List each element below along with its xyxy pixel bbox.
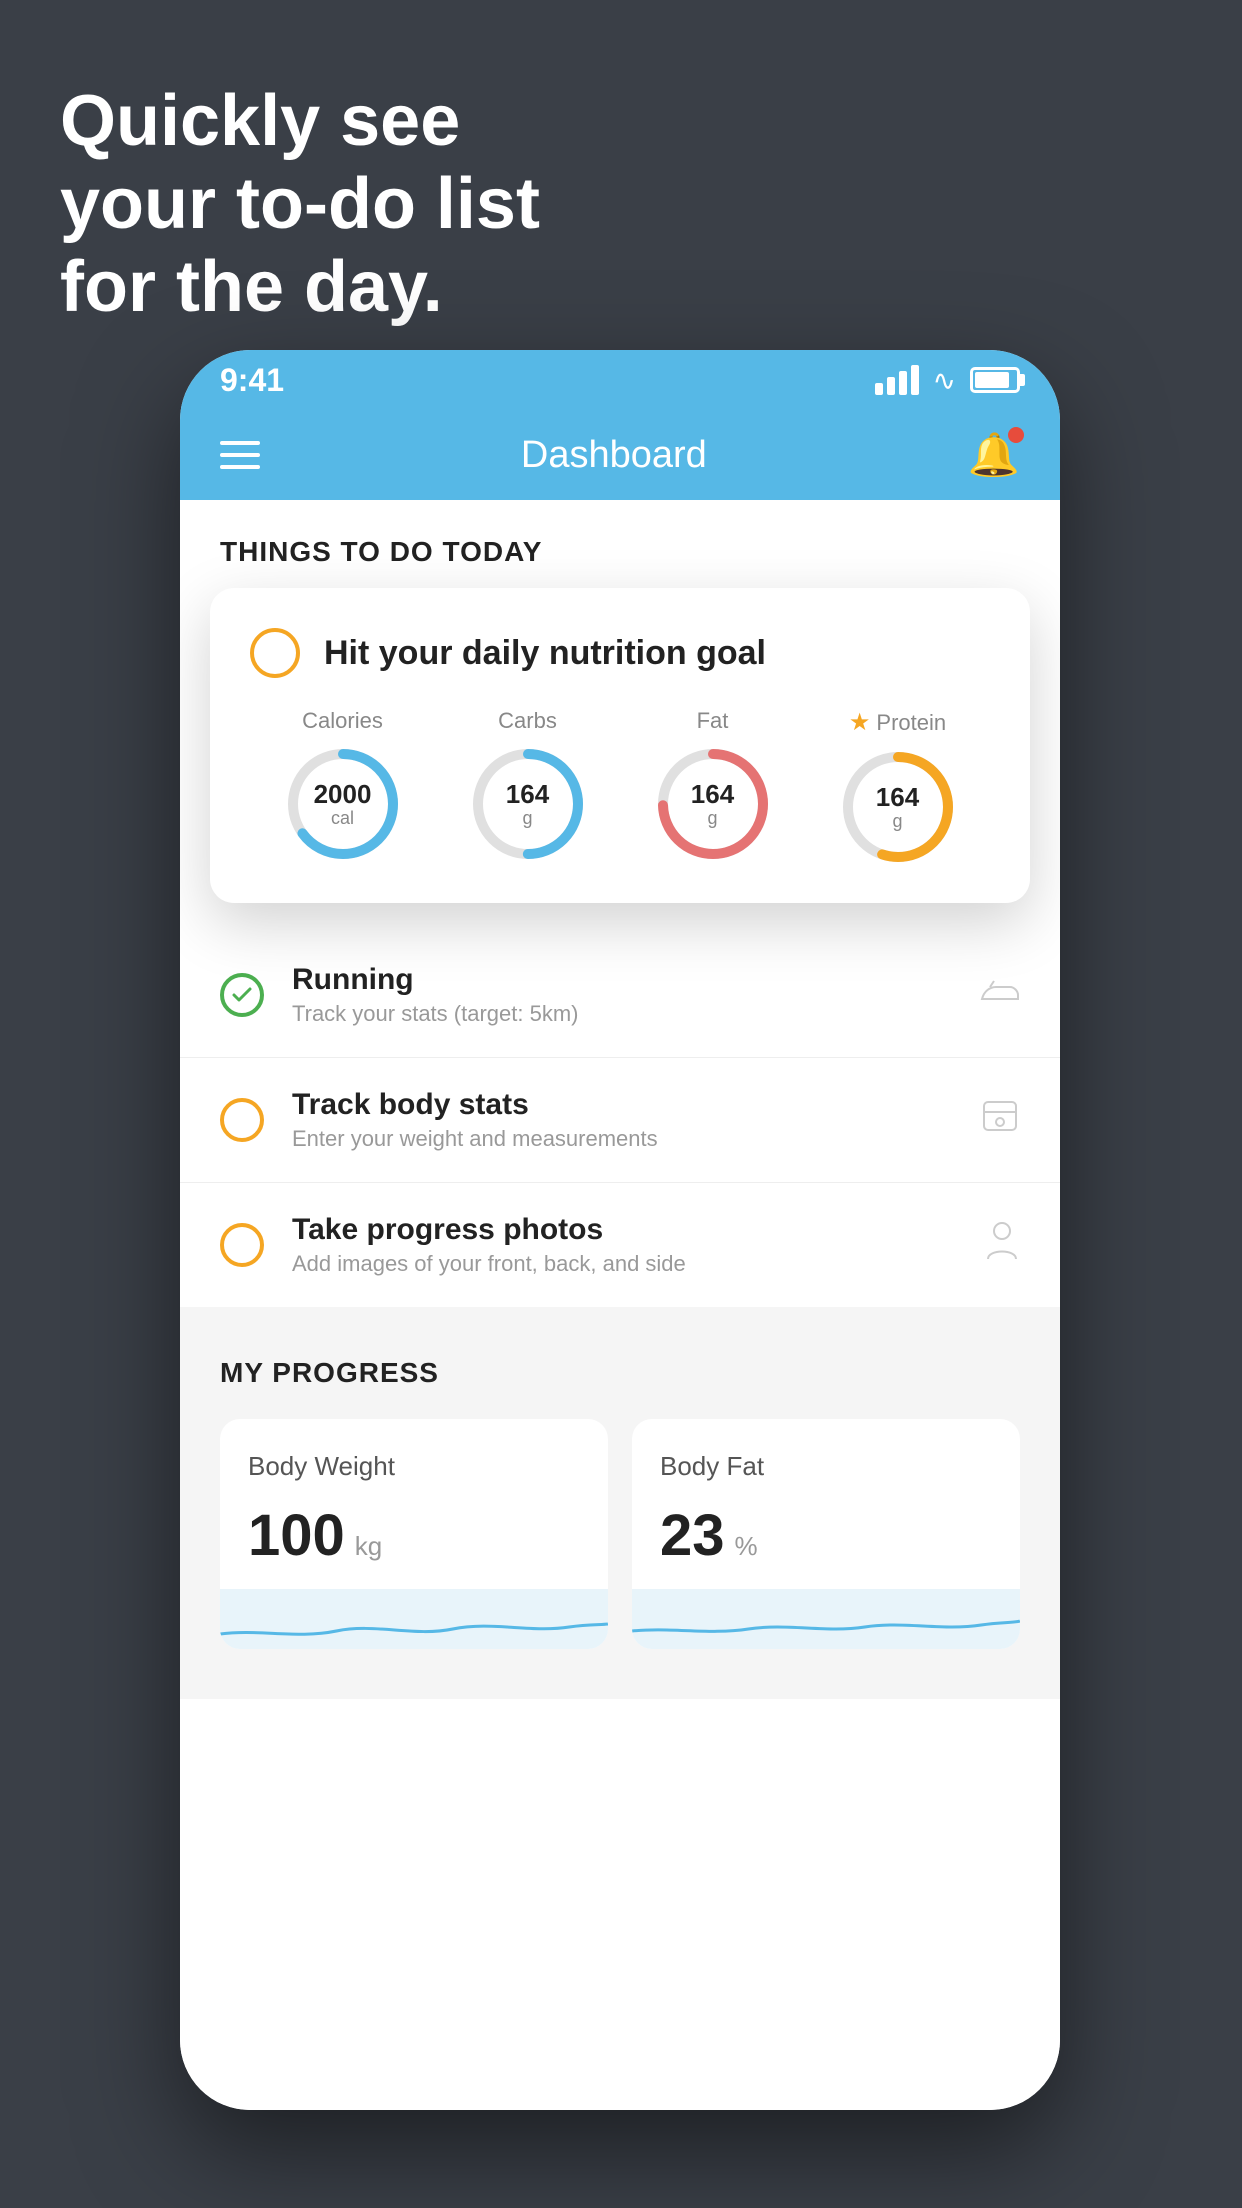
progress-section: MY PROGRESS Body Weight 100 kg bbox=[180, 1307, 1060, 1699]
body-weight-sparkline bbox=[220, 1589, 608, 1649]
body-fat-title: Body Fat bbox=[660, 1451, 992, 1482]
nutrition-protein: ★ Protein 164 g bbox=[838, 708, 958, 867]
body-weight-card[interactable]: Body Weight 100 kg bbox=[220, 1419, 608, 1649]
star-icon: ★ bbox=[849, 708, 871, 737]
progress-cards: Body Weight 100 kg Body Fat 23 bbox=[220, 1419, 1020, 1649]
todo-body-stats[interactable]: Track body stats Enter your weight and m… bbox=[180, 1058, 1060, 1183]
body-weight-title: Body Weight bbox=[248, 1451, 580, 1482]
nutrition-fat: Fat 164 g bbox=[653, 708, 773, 864]
nutrition-row: Calories 2000 cal bbox=[250, 708, 990, 867]
status-bar: 9:41 ∿ bbox=[180, 350, 1060, 410]
todo-running[interactable]: Running Track your stats (target: 5km) bbox=[180, 933, 1060, 1058]
fat-unit: g bbox=[691, 808, 734, 828]
hero-text: Quickly see your to-do list for the day. bbox=[60, 80, 540, 328]
battery-icon bbox=[970, 367, 1020, 393]
protein-unit: g bbox=[876, 811, 919, 831]
protein-value: 164 bbox=[876, 783, 919, 812]
running-text: Running Track your stats (target: 5km) bbox=[292, 963, 980, 1027]
body-fat-sparkline bbox=[632, 1589, 1020, 1649]
running-circle bbox=[220, 973, 264, 1017]
photos-subtitle: Add images of your front, back, and side bbox=[292, 1251, 984, 1277]
bell-icon[interactable]: 🔔 bbox=[968, 431, 1020, 480]
nutrition-card-title: Hit your daily nutrition goal bbox=[324, 634, 766, 673]
fat-label: Fat bbox=[697, 708, 729, 734]
calories-circle: 2000 cal bbox=[283, 744, 403, 864]
hero-line1: Quickly see bbox=[60, 80, 540, 163]
bell-notification-dot bbox=[1008, 427, 1024, 443]
calories-unit: cal bbox=[314, 808, 372, 828]
carbs-value: 164 bbox=[506, 780, 549, 809]
calories-label: Calories bbox=[302, 708, 383, 734]
photos-circle bbox=[220, 1223, 264, 1267]
body-weight-value: 100 bbox=[248, 1502, 345, 1569]
body-stats-text: Track body stats Enter your weight and m… bbox=[292, 1088, 980, 1152]
header-title: Dashboard bbox=[521, 434, 707, 477]
nutrition-circle-check[interactable] bbox=[250, 628, 300, 678]
body-stats-title: Track body stats bbox=[292, 1088, 980, 1122]
phone-frame: 9:41 ∿ Dashboard 🔔 bbox=[180, 350, 1060, 2110]
carbs-label: Carbs bbox=[498, 708, 557, 734]
body-fat-value-row: 23 % bbox=[660, 1502, 992, 1569]
body-stats-circle bbox=[220, 1098, 264, 1142]
fat-circle: 164 g bbox=[653, 744, 773, 864]
todo-photos[interactable]: Take progress photos Add images of your … bbox=[180, 1183, 1060, 1307]
body-fat-card[interactable]: Body Fat 23 % bbox=[632, 1419, 1020, 1649]
scale-icon bbox=[980, 1098, 1020, 1143]
wifi-icon: ∿ bbox=[933, 364, 956, 397]
progress-heading: MY PROGRESS bbox=[220, 1357, 1020, 1389]
protein-label: Protein bbox=[876, 710, 946, 736]
calories-value: 2000 bbox=[314, 780, 372, 809]
running-subtitle: Track your stats (target: 5km) bbox=[292, 1001, 980, 1027]
things-header: THINGS TO DO TODAY bbox=[180, 500, 1060, 588]
phone-content: THINGS TO DO TODAY Hit your daily nutrit… bbox=[180, 500, 1060, 2110]
person-icon bbox=[984, 1221, 1020, 1270]
things-section: THINGS TO DO TODAY Hit your daily nutrit… bbox=[180, 500, 1060, 1307]
card-title-row: Hit your daily nutrition goal bbox=[250, 628, 990, 678]
hero-line2: your to-do list bbox=[60, 163, 540, 246]
shoe-icon bbox=[980, 974, 1020, 1016]
photos-text: Take progress photos Add images of your … bbox=[292, 1213, 984, 1277]
body-weight-unit: kg bbox=[355, 1531, 382, 1562]
carbs-unit: g bbox=[506, 808, 549, 828]
status-time: 9:41 bbox=[220, 362, 284, 399]
fat-value: 164 bbox=[691, 780, 734, 809]
body-fat-value: 23 bbox=[660, 1502, 725, 1569]
carbs-circle: 164 g bbox=[468, 744, 588, 864]
body-weight-value-row: 100 kg bbox=[248, 1502, 580, 1569]
todo-list: Running Track your stats (target: 5km) bbox=[180, 933, 1060, 1307]
nutrition-carbs: Carbs 164 g bbox=[468, 708, 588, 864]
hamburger-menu-icon[interactable] bbox=[220, 441, 260, 469]
signal-icon bbox=[875, 365, 919, 395]
hero-line3: for the day. bbox=[60, 246, 540, 329]
protein-label-row: ★ Protein bbox=[849, 708, 946, 737]
app-header: Dashboard 🔔 bbox=[180, 410, 1060, 500]
nutrition-calories: Calories 2000 cal bbox=[283, 708, 403, 864]
running-title: Running bbox=[292, 963, 980, 997]
body-stats-subtitle: Enter your weight and measurements bbox=[292, 1126, 980, 1152]
body-fat-unit: % bbox=[735, 1531, 758, 1562]
photos-title: Take progress photos bbox=[292, 1213, 984, 1247]
protein-circle: 164 g bbox=[838, 747, 958, 867]
status-icons: ∿ bbox=[875, 364, 1020, 397]
nutrition-card: Hit your daily nutrition goal Calories 2 bbox=[210, 588, 1030, 903]
